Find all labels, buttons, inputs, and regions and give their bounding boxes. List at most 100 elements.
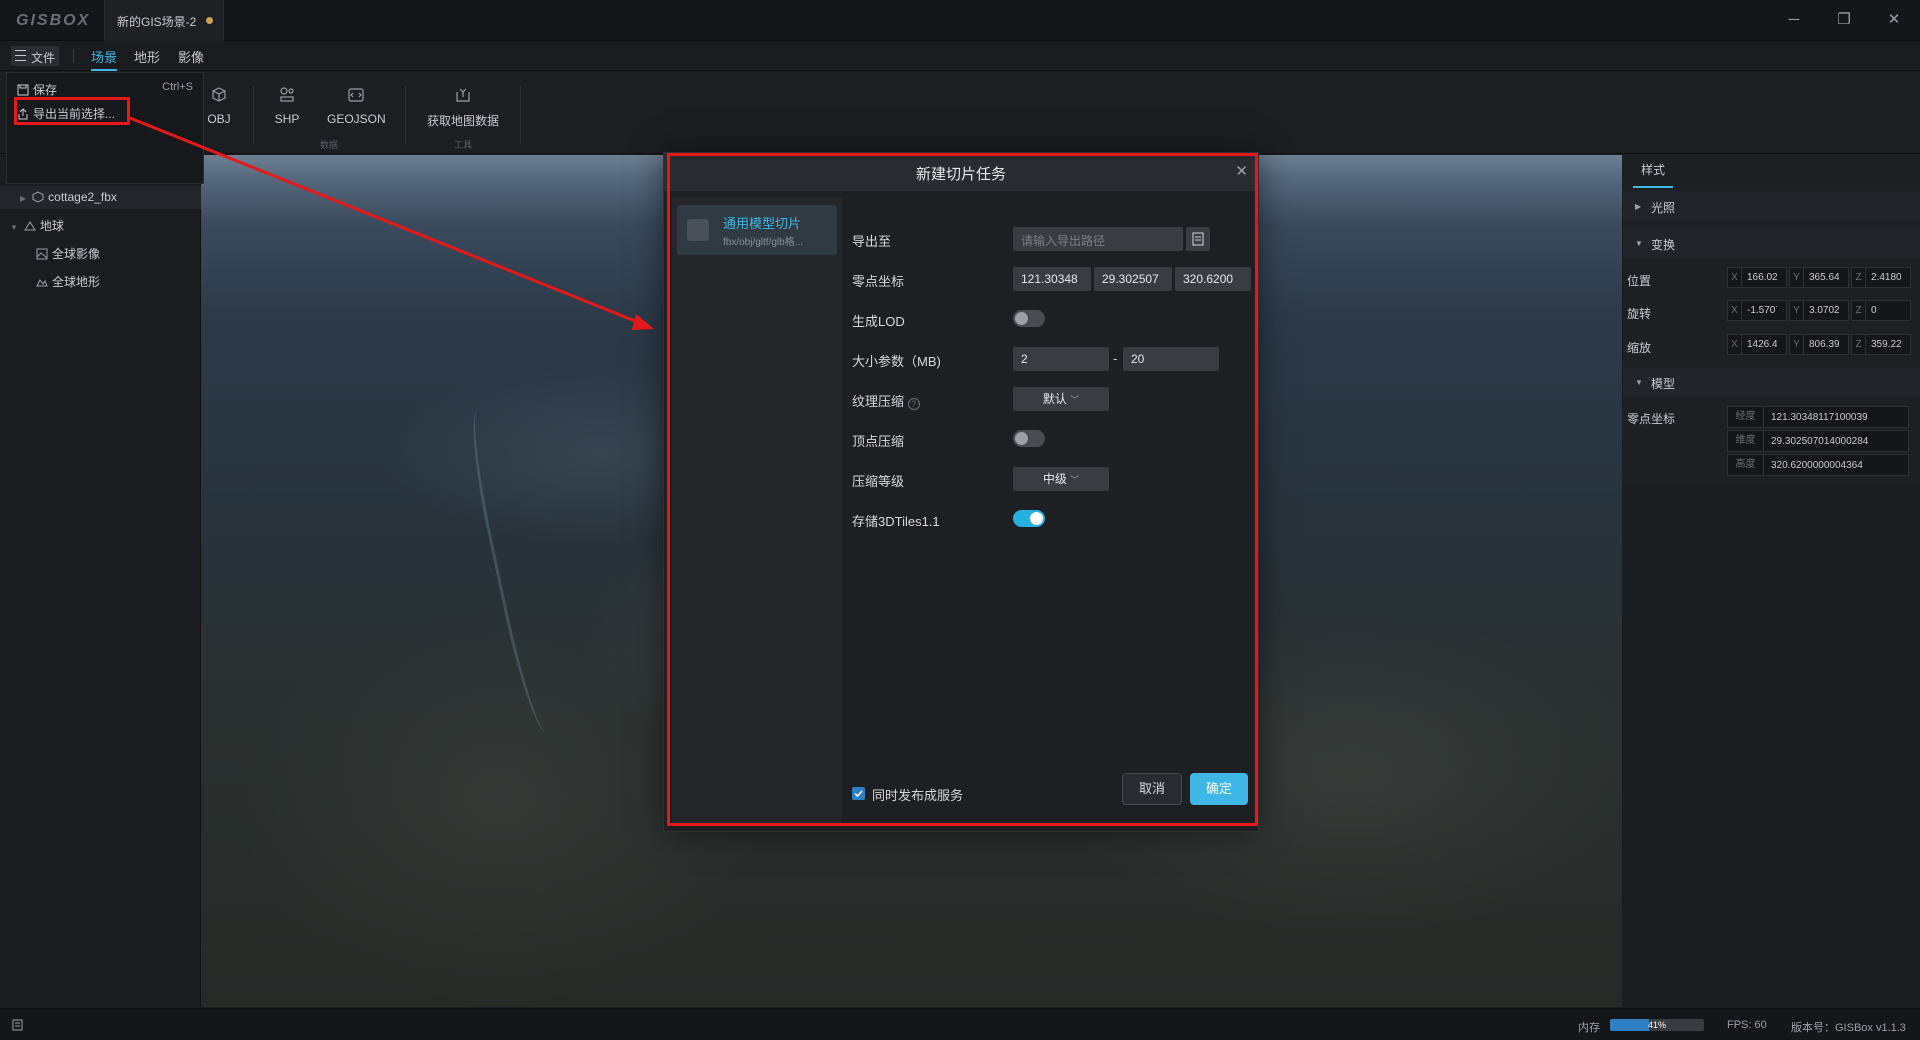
cube-icon: [212, 87, 226, 102]
tree-item-global-imagery[interactable]: 全球影像: [36, 245, 100, 262]
position-y-input[interactable]: Y 365.64: [1789, 267, 1849, 288]
origin-coords-label: 零点坐标: [852, 274, 905, 289]
file-dropdown-menu: 保存 Ctrl+S 导出当前选择...: [6, 72, 204, 184]
toolbar-divider: [405, 86, 406, 144]
rotation-z-input[interactable]: Z0: [1851, 300, 1911, 321]
texture-compress-select[interactable]: 默认 ﹀: [1013, 387, 1109, 411]
confirm-button[interactable]: 确定: [1190, 773, 1248, 805]
tab-scene[interactable]: 场景: [91, 47, 118, 71]
collapse-arrow-icon: ▼: [1635, 378, 1643, 387]
tree-item-global-terrain[interactable]: 全球地形: [36, 273, 100, 290]
terrain-river: [462, 404, 570, 736]
memory-percent: 41%: [1647, 1020, 1666, 1030]
data-group-label: 数据: [320, 140, 339, 150]
scale-x-input[interactable]: X 1426.4: [1727, 334, 1787, 355]
publish-service-label: 同时发布成服务: [872, 788, 964, 803]
scale-y-input[interactable]: Y 806.39: [1789, 334, 1849, 355]
rotation-x-input[interactable]: X-1.5707: [1727, 300, 1787, 321]
obj-import-button[interactable]: OBJ: [206, 86, 232, 126]
longitude-input[interactable]: 经度 121.30348117100039: [1727, 406, 1909, 428]
model-icon: [32, 191, 44, 203]
memory-bar: 41%: [1610, 1019, 1704, 1031]
expand-arrow-icon: ▶: [20, 194, 27, 203]
save-shortcut: Ctrl+S: [162, 81, 193, 93]
origin-y-input[interactable]: 29.302507: [1094, 267, 1172, 291]
rotation-y-input[interactable]: Y 3.0702: [1789, 300, 1849, 321]
status-bar: 内存 41% FPS: 60 版本号：GISBox v1.1.3: [0, 1008, 1920, 1040]
check-icon: [854, 790, 863, 798]
menu-bar: 文件 场景 地形 影像: [0, 41, 1920, 71]
maximize-button[interactable]: ❐: [1834, 10, 1854, 30]
size-max-input[interactable]: 20: [1123, 347, 1219, 371]
version-label: 版本号：GISBox v1.1.3: [1791, 1022, 1906, 1034]
altitude-input[interactable]: 高度 320.6200000004364: [1727, 454, 1909, 476]
position-z-input[interactable]: Z 2.4180: [1851, 267, 1911, 288]
position-label: 位置: [1627, 274, 1652, 288]
save-label: 保存: [33, 83, 58, 97]
browse-folder-button[interactable]: [1186, 227, 1210, 251]
scale-label: 缩放: [1627, 341, 1652, 355]
tree-item-cottage[interactable]: ▶ cottage2_fbx: [20, 190, 117, 204]
origin-x-input[interactable]: 121.30348: [1013, 267, 1091, 291]
section-light[interactable]: ▶ 光照: [1623, 191, 1920, 221]
chevron-down-icon: ﹀: [1070, 395, 1080, 405]
compress-level-label: 压缩等级: [852, 474, 905, 489]
shp-import-button[interactable]: SHP: [274, 86, 300, 126]
position-x-input[interactable]: X 166.02: [1727, 267, 1787, 288]
document-tab[interactable]: 新的GIS场景-2: [104, 0, 224, 41]
file-menu-button[interactable]: 文件: [11, 46, 59, 66]
section-model[interactable]: ▼ 模型: [1623, 367, 1920, 397]
download-map-icon: [456, 88, 470, 102]
tab-terrain[interactable]: 地形: [134, 47, 160, 66]
geojson-icon: [348, 88, 364, 102]
scene-tree-panel: ▶ cottage2_fbx ▼ 地球 全球影像 全球地形: [0, 155, 201, 1007]
get-map-data-button[interactable]: 获取地图数据: [426, 86, 500, 129]
menu-icon: [15, 50, 26, 61]
get-map-data-label: 获取地图数据: [426, 114, 499, 128]
scale-z-input[interactable]: Z 359.22: [1851, 334, 1911, 355]
gen-lod-toggle[interactable]: [1013, 310, 1045, 327]
tree-item-label: 地球: [39, 219, 64, 233]
menu-item-save[interactable]: 保存: [17, 81, 57, 98]
dialog-close-icon[interactable]: ✕: [1235, 162, 1248, 180]
chevron-down-icon: ﹀: [1070, 475, 1080, 485]
shapes-icon: [280, 87, 294, 102]
log-icon[interactable]: [12, 1019, 24, 1031]
menu-divider: [73, 49, 74, 63]
minimize-button[interactable]: ─: [1784, 10, 1804, 30]
export-path-input[interactable]: 请输入导出路径: [1013, 227, 1183, 251]
store-3dtiles-toggle[interactable]: [1013, 510, 1045, 527]
rotation-label: 旋转: [1627, 307, 1652, 321]
collapse-arrow-icon: ▼: [10, 223, 18, 232]
obj-label: OBJ: [207, 112, 231, 126]
imagery-icon: [36, 248, 48, 260]
cancel-button[interactable]: 取消: [1122, 773, 1182, 805]
properties-content: 样式 ▶ 光照 ▼ 变换 位置 X 166.02 Y 365.64 Z 2.4180 旋转…: [1623, 155, 1920, 485]
toolbar-divider: [520, 86, 521, 144]
app-logo: GISBOX: [16, 12, 91, 29]
toolbar-divider: [253, 86, 254, 144]
task-type-name: 通用模型切片: [723, 216, 802, 231]
latitude-input[interactable]: 维度 29.302507014000284: [1727, 430, 1909, 452]
new-tiling-task-dialog: 新建切片任务 ✕ 通用模型切片 fbx/obj/gltf/glb格... 导出至…: [663, 152, 1259, 832]
save-icon: [17, 84, 29, 96]
highlight-box: [14, 97, 130, 125]
size-param-label: 大小参数（MB): [852, 354, 941, 369]
close-window-button[interactable]: ✕: [1884, 10, 1904, 30]
origin-z-input[interactable]: 320.6200: [1175, 267, 1251, 291]
globe-icon: [24, 221, 36, 231]
compress-level-select[interactable]: 中级 ﹀: [1013, 467, 1109, 491]
tab-imagery[interactable]: 影像: [178, 47, 204, 66]
publish-service-checkbox[interactable]: [852, 787, 865, 800]
section-transform[interactable]: ▼ 变换: [1623, 228, 1920, 258]
vertex-compress-toggle[interactable]: [1013, 430, 1045, 447]
tree-item-earth[interactable]: ▼ 地球: [10, 217, 64, 234]
file-icon: [1192, 232, 1204, 246]
size-min-input[interactable]: 2: [1013, 347, 1109, 371]
tab-style[interactable]: 样式: [1633, 161, 1673, 188]
task-type-model-tiling[interactable]: 通用模型切片 fbx/obj/gltf/glb格...: [677, 205, 837, 255]
help-icon: ?: [907, 398, 920, 410]
vertex-compress-label: 顶点压缩: [852, 434, 905, 449]
tree-item-label: cottage2_fbx: [48, 190, 117, 204]
geojson-import-button[interactable]: GEOJSON: [327, 86, 386, 126]
